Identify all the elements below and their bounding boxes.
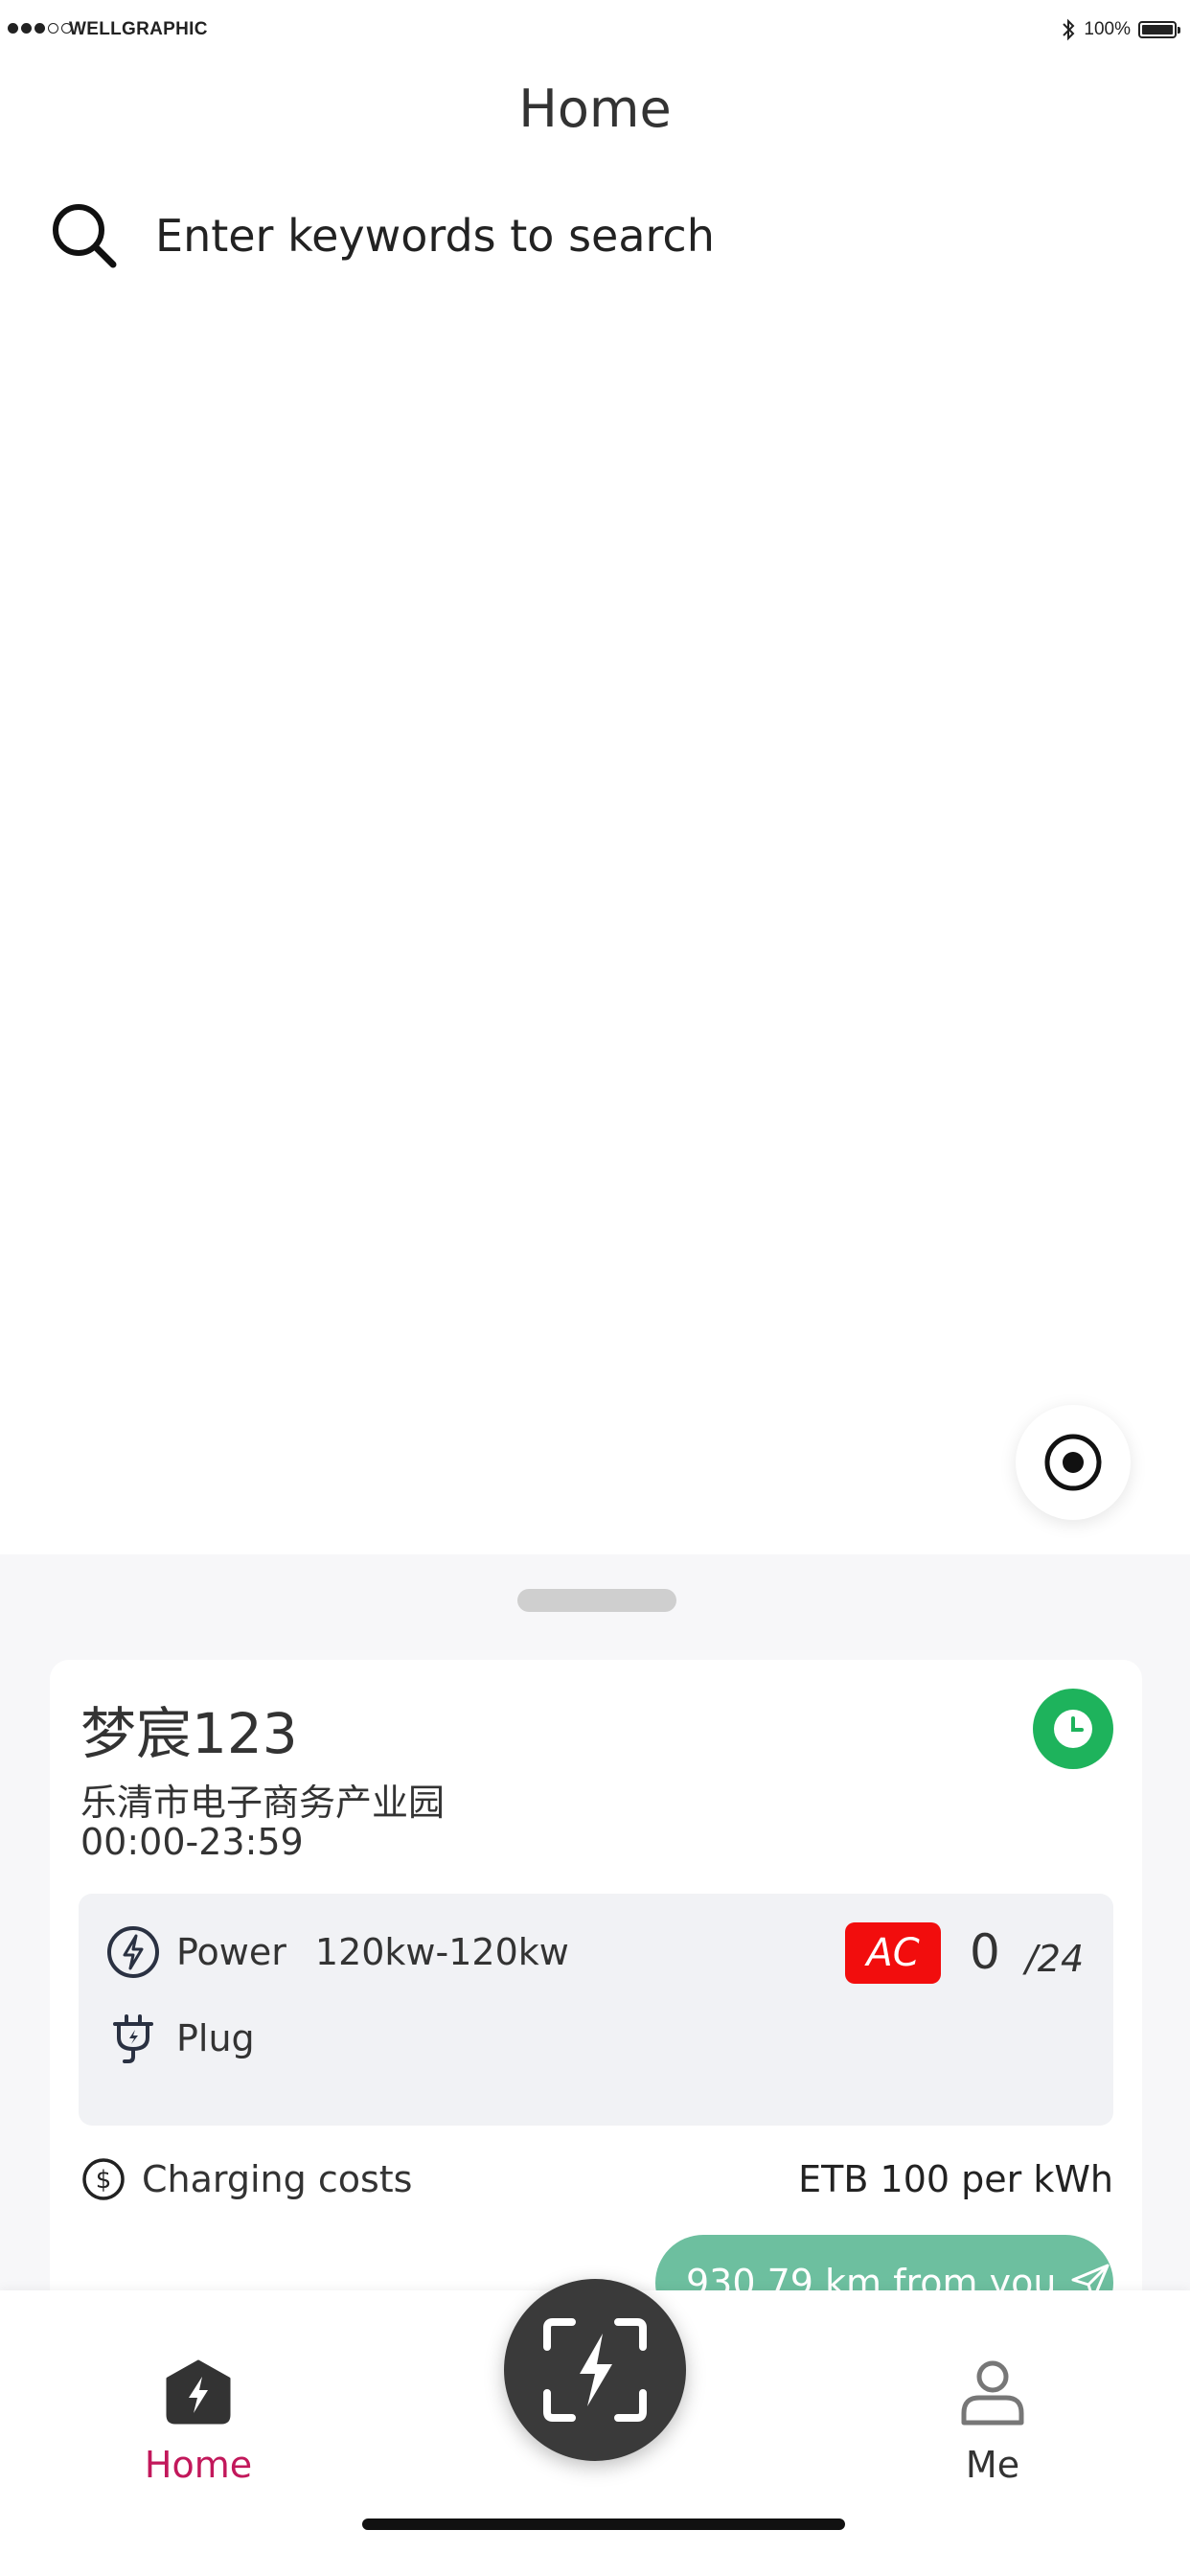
open-status-badge	[1033, 1689, 1113, 1769]
person-icon	[961, 2360, 1024, 2426]
plug-icon	[113, 2014, 153, 2063]
search-icon[interactable]	[48, 199, 121, 272]
plug-row: Plug	[105, 2011, 255, 2066]
locate-icon	[1044, 1434, 1102, 1491]
station-hours: 00:00-23:59	[80, 1821, 304, 1863]
locate-button[interactable]	[1016, 1405, 1131, 1520]
plug-label: Plug	[176, 2017, 255, 2059]
scan-charge-button[interactable]	[504, 2279, 686, 2461]
cost-value: ETB 100 per kWh	[798, 2158, 1113, 2200]
search-bar[interactable]	[48, 192, 1140, 280]
carrier-name: WELLGRAPHIC	[69, 19, 208, 39]
tab-home[interactable]: Home	[103, 2358, 294, 2486]
tab-home-label: Home	[144, 2444, 253, 2486]
dollar-circle-icon: $	[82, 2158, 125, 2200]
charger-info-box: Power 120kw-120kw AC 0 /24 Plug	[79, 1894, 1113, 2126]
tab-me-label: Me	[965, 2444, 1020, 2486]
page-title: Home	[518, 79, 672, 139]
home-lightning-icon	[166, 2359, 231, 2425]
battery-icon	[1138, 21, 1180, 38]
search-input[interactable]	[155, 210, 1094, 262]
station-address: 乐清市电子商务产业园	[80, 1782, 446, 1824]
power-label: Power	[176, 1931, 286, 1973]
cost-label: Charging costs	[142, 2158, 413, 2200]
clock-icon	[1054, 1710, 1092, 1748]
connector-type-badge: AC	[845, 1922, 941, 1984]
available-count: 0	[970, 1924, 1000, 1980]
svg-text:$: $	[96, 2166, 112, 2195]
tab-me[interactable]: Me	[897, 2358, 1088, 2486]
home-indicator	[362, 2518, 845, 2530]
station-card[interactable]: 梦宸123 乐清市电子商务产业园 00:00-23:59 Power 120kw…	[50, 1660, 1142, 2331]
lightning-circle-icon	[107, 1926, 159, 1978]
cost-row: $ Charging costs	[80, 2156, 412, 2202]
power-row: Power 120kw-120kw	[105, 1924, 569, 1980]
power-value: 120kw-120kw	[314, 1931, 569, 1973]
station-name: 梦宸123	[80, 1701, 298, 1766]
sheet-drag-handle[interactable]	[517, 1589, 676, 1612]
status-right: 100%	[1061, 17, 1180, 42]
signal-strength-icon	[8, 23, 72, 34]
total-count: /24	[1025, 1938, 1085, 1980]
bluetooth-icon	[1063, 18, 1075, 41]
battery-percentage: 100%	[1084, 19, 1131, 39]
status-bar: WELLGRAPHIC 100%	[0, 0, 1190, 63]
scan-lightning-icon	[543, 2318, 647, 2422]
